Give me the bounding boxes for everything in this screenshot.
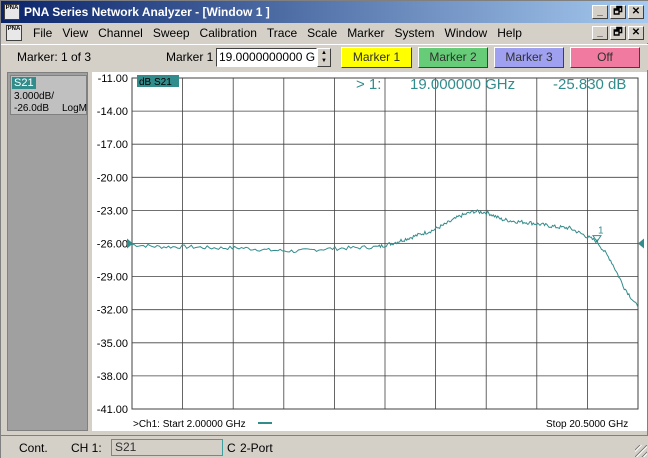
spin-up-icon[interactable]: ▲ [318, 49, 330, 57]
marker-toolbar: Marker: 1 of 3 Marker 1 19.0000000000 GH… [1, 44, 648, 70]
plot-grid [131, 77, 639, 410]
menu-channel[interactable]: Channel [93, 26, 148, 40]
trace-tag-label: dB S21 [139, 77, 172, 88]
measurement-plot[interactable]: -11.00 -14.00 -17.00 -20.00 -23.00 -26.00 -29.… [92, 72, 647, 431]
menu-help[interactable]: Help [492, 26, 527, 40]
menu-trace[interactable]: Trace [262, 26, 302, 40]
marker-select-label: Marker 1 [166, 50, 214, 64]
y-tick-label: -17.00 [97, 139, 128, 151]
doc-restore-button[interactable]: 🗗 [610, 26, 626, 40]
marker-2-button[interactable]: Marker 2 [418, 47, 488, 68]
menu-system[interactable]: System [390, 26, 440, 40]
trace-panel: S21 3.000dB/ -26.0dB LogM [7, 72, 88, 431]
spin-down-icon[interactable]: ▼ [318, 57, 330, 65]
marker-readout-frequency: 19.000000 GHz [410, 76, 515, 93]
frequency-spinner[interactable]: ▲ ▼ [317, 48, 331, 67]
minimize-button[interactable]: _ [592, 5, 608, 19]
y-tick-label: -41.00 [97, 404, 128, 416]
reference-arrow-right-icon [638, 238, 644, 249]
restore-button[interactable]: 🗗 [610, 5, 626, 19]
y-tick-label: -23.00 [97, 205, 128, 217]
y-axis-ticks: -11.00 -14.00 -17.00 -20.00 -23.00 -26.00 -29.… [97, 73, 128, 416]
trace-format: LogM [62, 103, 88, 114]
title-bar[interactable]: PNA PNA Series Network Analyzer - [Windo… [1, 1, 648, 23]
document-controls: _ 🗗 ✕ [592, 26, 646, 40]
marker-off-button[interactable]: Off [570, 47, 640, 68]
document-icon[interactable]: PNA [6, 25, 22, 41]
menu-scale[interactable]: Scale [302, 26, 342, 40]
y-tick-label: -29.00 [97, 272, 128, 284]
channel-status: CH 1: [71, 441, 102, 455]
y-tick-label: -35.00 [97, 338, 128, 350]
trace-info-box[interactable]: S21 3.000dB/ -26.0dB LogM [10, 75, 87, 115]
marker-count-label: Marker: 1 of 3 [17, 50, 92, 64]
start-frequency-label: >Ch1: Start 2.00000 GHz [133, 419, 246, 430]
close-button[interactable]: ✕ [628, 5, 644, 19]
menu-window[interactable]: Window [440, 26, 493, 40]
menu-marker[interactable]: Marker [342, 26, 389, 40]
menu-bar: PNA File View Channel Sweep Calibration … [1, 23, 648, 43]
marker-1-button[interactable]: Marker 1 [341, 47, 412, 68]
y-tick-label: -38.00 [97, 371, 128, 383]
doc-minimize-button[interactable]: _ [592, 26, 608, 40]
marker-number-label: 1 [598, 226, 604, 237]
menu-file[interactable]: File [28, 26, 57, 40]
marker-readout-value: -25.830 dB [553, 76, 626, 93]
window-controls: _ 🗗 ✕ [592, 5, 646, 19]
marker-3-button[interactable]: Marker 3 [494, 47, 564, 68]
pna-app-icon[interactable]: PNA [4, 4, 20, 20]
calibration-status: C [227, 441, 236, 455]
resize-grip-icon[interactable] [635, 445, 647, 457]
trace-scale: 3.000dB/ [14, 91, 55, 102]
trace-chart[interactable]: -11.00 -14.00 -17.00 -20.00 -23.00 -26.00 -29.… [92, 72, 647, 431]
marker-frequency-input[interactable]: 19.0000000000 GHz [216, 48, 317, 67]
menu-sweep[interactable]: Sweep [148, 26, 195, 40]
menu-view[interactable]: View [57, 26, 93, 40]
analyzer-window: PNA PNA Series Network Analyzer - [Windo… [0, 0, 648, 458]
y-tick-label: -11.00 [98, 73, 128, 85]
status-bar: Cont. CH 1: S21 C 2-Port [1, 435, 648, 458]
y-tick-label: -32.00 [97, 305, 128, 317]
sweep-mode-status[interactable]: Cont. [19, 441, 48, 455]
trace-reference: -26.0dB [14, 103, 50, 114]
window-title: PNA Series Network Analyzer - [Window 1 … [24, 5, 270, 19]
active-trace-field[interactable]: S21 [111, 439, 223, 456]
menu-calibration[interactable]: Calibration [195, 26, 262, 40]
y-tick-label: -20.00 [97, 172, 128, 184]
port-status: 2-Port [240, 441, 273, 455]
y-tick-label: -26.00 [97, 239, 128, 251]
stop-frequency-label: Stop 20.5000 GHz [546, 419, 628, 430]
doc-close-button[interactable]: ✕ [628, 26, 644, 40]
y-tick-label: -14.00 [97, 106, 128, 118]
trace-name-tag[interactable]: S21 [12, 77, 36, 89]
marker-readout-id: > 1: [356, 76, 381, 93]
